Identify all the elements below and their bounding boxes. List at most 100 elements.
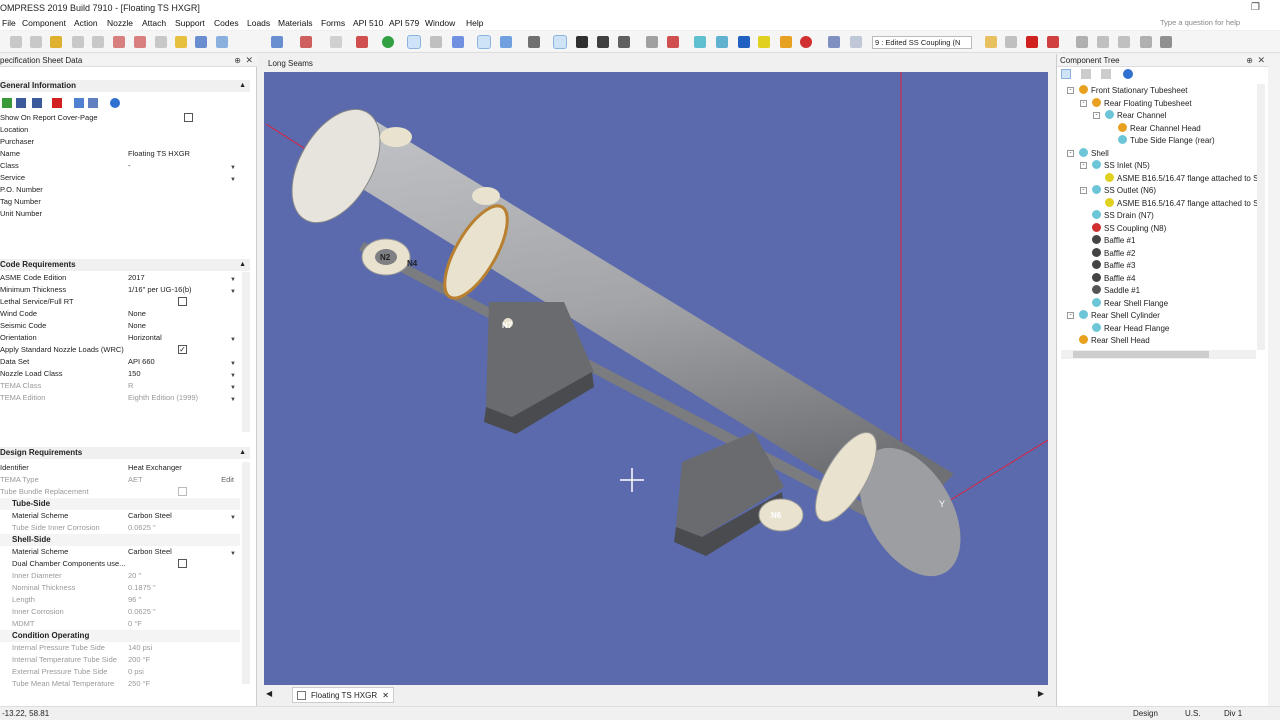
render-icon[interactable] [618,36,630,48]
pin-icon[interactable]: ⊕ [1246,54,1253,67]
delete-icon[interactable] [1026,36,1038,48]
menu-file[interactable]: File [2,17,16,29]
menu-api579[interactable]: API 579 [389,17,419,29]
row-value[interactable]: 150 [128,368,236,380]
row-value[interactable]: Carbon Steel [128,546,236,558]
zoom-window-icon[interactable] [452,36,464,48]
tree-expander-icon[interactable]: - [1093,112,1100,119]
row-purchaser[interactable]: Purchaser [0,136,240,148]
save-row-icon[interactable] [88,98,98,108]
tool-e-icon[interactable] [1118,36,1130,48]
row-name[interactable]: Name Floating TS HXGR [0,148,240,160]
subsection-shell-side[interactable]: Shell-Side [0,534,240,546]
zoom-icon[interactable] [430,36,442,48]
tree-vscrollbar[interactable] [1257,84,1265,350]
tree-expander-icon[interactable]: - [1080,162,1087,169]
row-value[interactable]: Floating TS HXGR [128,148,236,160]
tree-item[interactable]: Baffle #1 [1092,235,1135,247]
select-icon[interactable] [477,35,491,49]
status-units[interactable]: U.S. [1185,707,1201,720]
tool-f-icon[interactable] [1140,36,1152,48]
tree-expander-icon[interactable]: - [1067,149,1074,157]
tree-item[interactable]: ASME B16.5/16.47 flange attached to S [1105,197,1258,210]
tool-a-icon[interactable] [1005,36,1017,48]
tree-item[interactable]: ASME B16.5/16.47 flange attached to S [1105,172,1258,185]
restore-window-button[interactable]: ❐ [1251,0,1260,16]
tool-8-icon[interactable] [155,36,167,48]
shell-icon[interactable] [694,36,706,48]
flange-icon[interactable] [758,36,770,48]
row-wind-code[interactable]: Wind Code None [0,308,240,320]
tree-expander-icon[interactable]: - [1080,99,1087,107]
show-on-report-checkbox[interactable] [184,113,193,122]
pencil-icon[interactable] [985,36,997,48]
menu-action[interactable]: Action [74,17,98,29]
tree-item[interactable]: Rear Shell Flange [1092,297,1168,310]
collapse-icon[interactable]: ▲ [239,447,246,459]
tree-item[interactable]: SS Drain (N7) [1092,210,1154,222]
tree-item[interactable]: Shell [1079,147,1109,160]
tool-c-icon[interactable] [1076,36,1088,48]
menu-codes[interactable]: Codes [214,17,239,29]
delete-tree-icon[interactable] [1101,69,1111,79]
menu-attach[interactable]: Attach [142,17,166,29]
tree-item[interactable]: SS Coupling (N8) [1092,222,1166,235]
tree-item[interactable]: Baffle #3 [1092,260,1135,272]
move-down-icon[interactable] [32,98,42,108]
tree-expander-icon[interactable]: - [1067,312,1074,319]
row-value[interactable]: 1/16" per UG-16(b) [128,284,236,296]
tool-15-icon[interactable] [356,36,368,48]
refresh-icon[interactable] [74,98,84,108]
menu-api510[interactable]: API 510 [353,17,383,29]
pdf-icon[interactable] [300,36,312,48]
snap-icon[interactable] [553,35,567,49]
head-icon[interactable] [738,36,750,48]
edit-button[interactable]: Edit [221,474,234,486]
row-service[interactable]: Service ▼ [0,172,240,184]
report-icon[interactable] [113,36,125,48]
menu-materials[interactable]: Materials [278,17,312,29]
tree-item[interactable]: Tube Side Flange (rear) [1118,135,1215,147]
axis-icon[interactable] [646,36,658,48]
nozzle-icon[interactable] [800,36,812,48]
tab-scroll-right-icon[interactable]: ▶ [1038,689,1044,698]
design-scrollbar[interactable] [242,462,250,684]
save-all-icon[interactable] [216,36,228,48]
row-seismic-code[interactable]: Seismic Code None [0,320,240,332]
tool-b-icon[interactable] [1047,36,1059,48]
menu-help[interactable]: Help [466,17,483,29]
open-folder-icon[interactable] [175,36,187,48]
menu-loads[interactable]: Loads [247,17,270,29]
print-icon[interactable] [271,36,283,48]
close-icon[interactable]: ✕ [1257,54,1265,67]
pin-icon[interactable]: ⊕ [234,54,241,67]
tool-14-icon[interactable] [330,36,342,48]
tree-item[interactable]: Rear Shell Cylinder [1079,310,1160,322]
section-design[interactable]: Design Requirements ▲ [0,447,250,459]
row-code-edition[interactable]: ASME Code Edition 2017 ▼ [0,272,240,284]
tool-2-icon[interactable] [30,36,42,48]
row-class[interactable]: Class - ▼ [0,160,240,172]
row-value[interactable]: None [128,320,236,332]
tab-scroll-left-icon[interactable]: ◀ [266,689,272,698]
tree-item[interactable]: Front Stationary Tubesheet [1079,85,1188,97]
row-data-set[interactable]: Data Set API 660 ▼ [0,356,240,368]
undo-icon[interactable] [828,36,840,48]
row-tag-number[interactable]: Tag Number [0,196,240,208]
view-icon[interactable] [528,36,540,48]
wrench-icon[interactable] [50,36,62,48]
move-up-icon[interactable] [16,98,26,108]
tab-floating-ts-hxgr[interactable]: Floating TS HXGR ✕ [292,687,394,703]
row-value[interactable]: - [128,160,236,172]
cone-icon[interactable] [780,36,792,48]
menu-nozzle[interactable]: Nozzle [107,17,133,29]
save-icon[interactable] [195,36,207,48]
tree-item[interactable]: Rear Channel [1105,110,1166,122]
code-scrollbar[interactable] [242,272,250,432]
row-po-number[interactable]: P.O. Number [0,184,240,196]
status-mode[interactable]: Design [1133,707,1158,720]
row-orientation[interactable]: Orientation Horizontal ▼ [0,332,240,344]
help-search-input[interactable]: Type a question for help [1160,17,1278,29]
tool-g-icon[interactable] [1160,36,1172,48]
row-tube-material[interactable]: Material Scheme Carbon Steel ▼ [0,510,240,522]
